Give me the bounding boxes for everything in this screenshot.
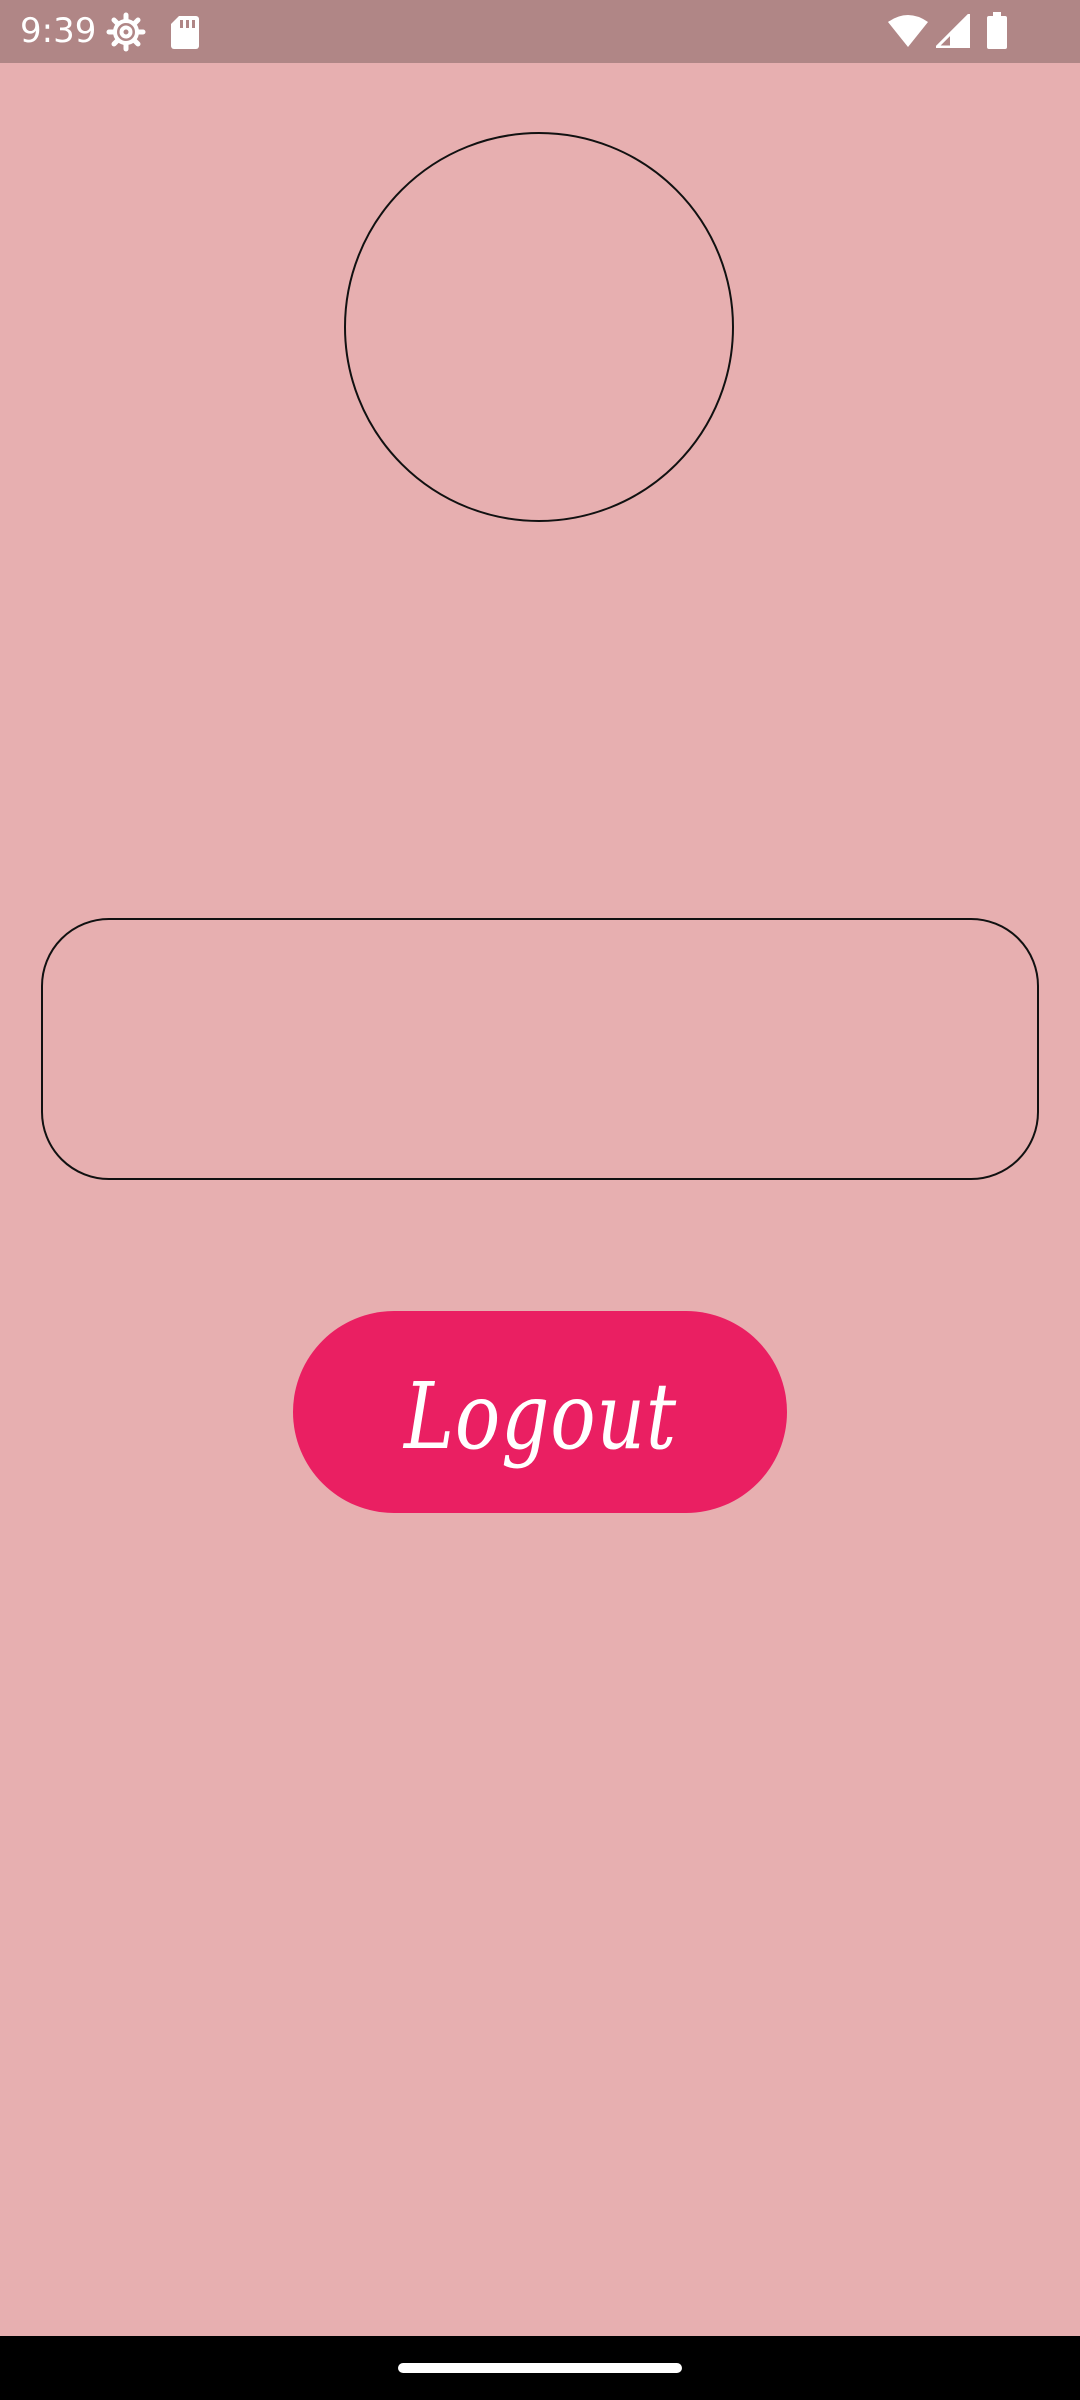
status-bar: 9:39 [0, 0, 1080, 63]
cellular-signal-icon [933, 11, 971, 52]
home-indicator[interactable] [398, 2363, 682, 2373]
wifi-icon [888, 14, 928, 52]
status-time: 9:39 [20, 11, 97, 51]
battery-icon [986, 12, 1008, 54]
sd-card-icon [170, 14, 200, 54]
logout-button-label: Logout [403, 1362, 677, 1470]
settings-gear-icon [106, 12, 146, 56]
profile-info-box [41, 918, 1039, 1180]
profile-avatar [344, 132, 734, 522]
logout-button[interactable]: Logout [293, 1311, 787, 1513]
